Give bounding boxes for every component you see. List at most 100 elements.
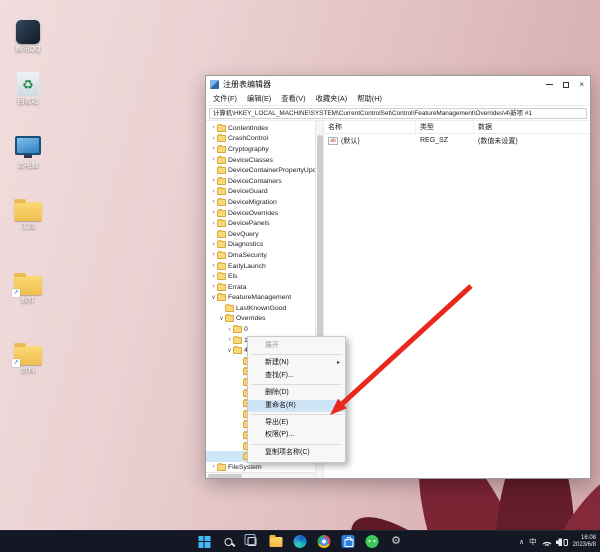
taskbar-clock[interactable]: 16:08 2023/6/8 bbox=[573, 535, 596, 549]
chevron-right-icon[interactable]: › bbox=[210, 136, 217, 142]
chevron-right-icon[interactable]: › bbox=[210, 125, 217, 131]
ime-indicator[interactable]: 中 bbox=[529, 536, 537, 547]
edge-button[interactable] bbox=[293, 534, 308, 549]
address-bar[interactable]: 计算机\HKEY_LOCAL_MACHINE\SYSTEM\CurrentCon… bbox=[209, 108, 587, 119]
tree-item[interactable]: ›FileSystem bbox=[206, 462, 315, 473]
tree-item[interactable]: ›Cryptography bbox=[206, 144, 315, 155]
chevron-down-icon[interactable]: ∨ bbox=[218, 316, 225, 322]
chevron-right-icon[interactable]: › bbox=[210, 210, 217, 216]
recycle-bin-icon: ♻ bbox=[17, 72, 39, 96]
horizontal-scrollbar[interactable] bbox=[206, 472, 315, 478]
menu-separator bbox=[251, 354, 342, 355]
folder-icon: ↗ bbox=[14, 276, 42, 295]
chevron-right-icon[interactable]: › bbox=[210, 199, 217, 205]
chevron-right-icon[interactable]: › bbox=[210, 464, 217, 470]
tree-item[interactable]: ∨FeatureManagement bbox=[206, 293, 315, 304]
start-button[interactable] bbox=[197, 534, 212, 549]
menu-favorites[interactable]: 收藏夹(A) bbox=[312, 93, 352, 105]
chevron-right-icon[interactable]: › bbox=[226, 327, 233, 333]
context-menu-copy-key-name[interactable]: 复制项名称(C) bbox=[248, 447, 345, 459]
tree-item[interactable]: ∨Overrides bbox=[206, 314, 315, 325]
value-row-default[interactable]: ab(默认) REG_SZ (数值未设置) bbox=[324, 134, 590, 147]
tray-overflow-chevron-icon[interactable]: ∧ bbox=[519, 538, 524, 546]
desktop-icon-folder-1[interactable]: 工具 bbox=[2, 202, 54, 231]
tree-item[interactable]: LastKnownGood bbox=[206, 303, 315, 314]
maximize-icon[interactable] bbox=[563, 82, 569, 88]
wechat-button[interactable] bbox=[365, 534, 380, 549]
chevron-down-icon[interactable]: ∨ bbox=[210, 295, 217, 301]
chevron-down-icon[interactable]: ∨ bbox=[226, 348, 233, 354]
close-icon[interactable]: × bbox=[579, 81, 584, 89]
chevron-right-icon[interactable]: › bbox=[210, 274, 217, 280]
context-menu-permissions[interactable]: 权限(P)... bbox=[248, 429, 345, 441]
tree-item[interactable]: ›DeviceMigration bbox=[206, 197, 315, 208]
tree-item[interactable]: ›DevicePanels bbox=[206, 218, 315, 229]
chevron-right-icon[interactable]: › bbox=[210, 252, 217, 258]
chevron-right-icon[interactable]: › bbox=[210, 178, 217, 184]
menu-help[interactable]: 帮助(H) bbox=[353, 93, 386, 105]
chevron-right-icon[interactable]: › bbox=[210, 284, 217, 290]
registry-app-icon bbox=[210, 80, 219, 89]
desktop-icon-this-pc[interactable]: 此电脑 bbox=[2, 136, 54, 170]
folder-icon bbox=[217, 273, 226, 280]
desktop-icon-app[interactable]: 腾讯QQ bbox=[2, 20, 54, 54]
browser-button[interactable] bbox=[317, 534, 332, 549]
folder-icon bbox=[217, 241, 226, 248]
minimize-icon[interactable] bbox=[546, 84, 553, 85]
menu-file[interactable]: 文件(F) bbox=[209, 93, 241, 105]
tree-item[interactable]: ›DmaSecurity bbox=[206, 250, 315, 261]
context-menu-find[interactable]: 查找(F)... bbox=[248, 370, 345, 382]
store-button[interactable] bbox=[341, 534, 356, 549]
network-volume-icons[interactable] bbox=[542, 537, 568, 547]
desktop-icon-folder-3[interactable]: ↗ 资料 bbox=[2, 346, 54, 375]
chevron-right-icon[interactable]: › bbox=[210, 263, 217, 269]
folder-icon bbox=[233, 347, 242, 354]
tree-item[interactable]: DevQuery bbox=[206, 229, 315, 240]
title-bar[interactable]: 注册表编辑器 × bbox=[206, 76, 590, 93]
column-header-data[interactable]: 数据 bbox=[474, 121, 590, 133]
tree-item[interactable]: ›EarlyLaunch bbox=[206, 261, 315, 272]
desktop-icon-recycle-bin[interactable]: ♻ 回收站 bbox=[2, 72, 54, 106]
task-view-button[interactable] bbox=[245, 534, 260, 549]
tree-item[interactable]: ›DeviceGuard bbox=[206, 187, 315, 198]
column-header-name[interactable]: 名称 bbox=[324, 121, 416, 133]
chevron-right-icon[interactable]: › bbox=[210, 146, 217, 152]
chevron-right-icon[interactable]: › bbox=[210, 221, 217, 227]
tree-item[interactable]: ›0 bbox=[206, 324, 315, 335]
reg-sz-icon: ab bbox=[328, 137, 338, 145]
folder-icon bbox=[217, 252, 226, 259]
tree-item[interactable]: ›DeviceOverrides bbox=[206, 208, 315, 219]
column-header-type[interactable]: 类型 bbox=[416, 121, 474, 133]
recycle-glyph: ♻ bbox=[22, 78, 34, 91]
desktop-icon-label: 此电脑 bbox=[2, 162, 54, 170]
context-menu-new[interactable]: 新建(N)▸ bbox=[248, 357, 345, 369]
shortcut-arrow-icon: ↗ bbox=[12, 359, 20, 367]
menu-view[interactable]: 查看(V) bbox=[277, 93, 309, 105]
context-menu-export[interactable]: 导出(E) bbox=[248, 417, 345, 429]
chevron-right-icon[interactable]: › bbox=[210, 157, 217, 163]
tree-item[interactable]: ›ContentIndex bbox=[206, 123, 315, 134]
tree-item[interactable]: ›Errata bbox=[206, 282, 315, 293]
tree-item[interactable]: ›Els bbox=[206, 271, 315, 282]
context-menu-rename[interactable]: 重命名(R) bbox=[248, 400, 345, 412]
chevron-right-icon[interactable]: › bbox=[226, 337, 233, 343]
context-menu-delete[interactable]: 删除(D) bbox=[248, 387, 345, 399]
value-name: (默认) bbox=[341, 136, 360, 146]
tree-item[interactable]: ›DeviceClasses bbox=[206, 155, 315, 166]
taskbar: ⚙ ∧ 中 16:08 2023/6/8 bbox=[0, 530, 600, 552]
chevron-right-icon[interactable]: › bbox=[210, 189, 217, 195]
menu-edit[interactable]: 编辑(E) bbox=[243, 93, 275, 105]
tree-item[interactable]: ›CrashControl bbox=[206, 134, 315, 145]
desktop-icon-label: 腾讯QQ bbox=[2, 46, 54, 54]
settings-button[interactable]: ⚙ bbox=[389, 534, 404, 549]
scrollbar-thumb[interactable] bbox=[208, 474, 242, 478]
search-icon bbox=[224, 538, 232, 546]
file-explorer-button[interactable] bbox=[269, 534, 284, 549]
folder-icon bbox=[233, 326, 242, 333]
tree-item[interactable]: DeviceContainerPropertyUpda bbox=[206, 165, 315, 176]
desktop-icon-folder-2[interactable]: ↗ 软件 bbox=[2, 276, 54, 305]
search-button[interactable] bbox=[221, 534, 236, 549]
tree-item[interactable]: ›Diagnostics bbox=[206, 240, 315, 251]
chevron-right-icon[interactable]: › bbox=[210, 242, 217, 248]
tree-item[interactable]: ›DeviceContainers bbox=[206, 176, 315, 187]
